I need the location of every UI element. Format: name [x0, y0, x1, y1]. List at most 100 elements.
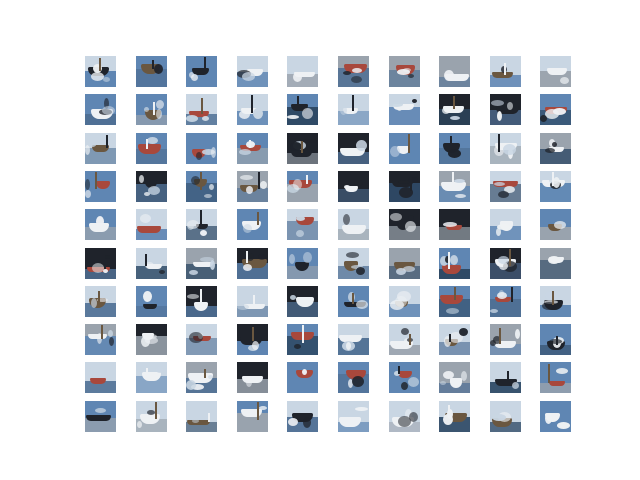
- thumbnail-mast: [449, 334, 452, 343]
- thumbnail-mast: [552, 171, 555, 186]
- thumbnail-highlight: [155, 100, 164, 110]
- sample-thumbnail: [287, 170, 319, 202]
- sample-thumbnail: [489, 132, 521, 164]
- sample-thumbnail: [439, 56, 471, 87]
- sample-thumbnail: [388, 362, 420, 394]
- sample-thumbnail: [85, 324, 116, 356]
- thumbnail-highlight: [150, 213, 164, 221]
- thumbnail-boat: [342, 225, 366, 235]
- thumbnail-highlight: [496, 291, 507, 299]
- thumbnail-highlight: [407, 377, 419, 388]
- sample-thumbnail: [85, 132, 116, 164]
- thumbnail-highlight: [204, 193, 213, 198]
- thumbnail-highlight: [95, 407, 106, 413]
- sample-thumbnail: [439, 362, 471, 394]
- thumbnail-highlight: [238, 148, 251, 155]
- thumbnail-mast: [257, 171, 260, 189]
- thumbnail-highlight: [497, 255, 509, 264]
- sample-thumbnail: [540, 247, 572, 279]
- thumbnail-highlight: [189, 269, 199, 275]
- thumbnail-highlight: [136, 420, 142, 428]
- thumbnail-highlight: [245, 185, 253, 194]
- sample-thumbnail: [388, 170, 420, 202]
- sample-thumbnail: [439, 247, 471, 279]
- sample-thumbnail: [489, 247, 521, 279]
- sample-thumbnail: [287, 56, 319, 87]
- thumbnail-highlight: [155, 109, 162, 120]
- sample-thumbnail: [338, 170, 369, 202]
- sample-thumbnail: [236, 209, 268, 241]
- thumbnail-highlight: [502, 143, 516, 155]
- sample-thumbnail: [439, 132, 471, 164]
- sample-thumbnail: [135, 209, 167, 241]
- sample-thumbnail: [540, 400, 572, 432]
- sample-thumbnail: [186, 132, 218, 164]
- sample-thumbnail: [489, 285, 521, 317]
- thumbnail-boat: [442, 264, 462, 274]
- thumbnail-boat: [86, 414, 111, 421]
- thumbnail-mast: [251, 327, 254, 342]
- thumbnail-highlight: [354, 179, 363, 186]
- thumbnail-mast: [200, 288, 203, 306]
- sample-thumbnail: [388, 94, 420, 126]
- thumbnail-mast: [200, 171, 203, 190]
- thumbnail-highlight: [351, 76, 362, 83]
- thumbnail-highlight: [142, 290, 152, 302]
- thumbnail-boat: [547, 68, 568, 75]
- thumbnail-mast: [408, 334, 411, 346]
- sample-thumbnail: [287, 132, 319, 164]
- thumbnail-highlight: [344, 184, 350, 189]
- sample-thumbnail: [186, 400, 218, 432]
- thumbnail-mast: [201, 98, 204, 115]
- thumbnail-mast: [106, 134, 108, 148]
- thumbnail-highlight: [346, 251, 359, 258]
- sample-thumbnail: [287, 94, 319, 126]
- sample-thumbnail: [388, 324, 420, 356]
- thumbnail-highlight: [343, 71, 351, 75]
- thumbnail-highlight: [259, 180, 267, 189]
- thumbnail-highlight: [153, 64, 163, 74]
- sample-thumbnail: [135, 362, 167, 394]
- thumbnail-mast: [248, 139, 251, 148]
- thumbnail-highlight: [210, 259, 216, 270]
- sample-thumbnail: [338, 247, 369, 279]
- thumbnail-mast: [497, 133, 500, 152]
- thumbnail-highlight: [448, 148, 462, 158]
- sample-thumbnail: [135, 247, 167, 279]
- thumbnail-highlight: [396, 290, 411, 302]
- sample-thumbnail: [287, 400, 319, 432]
- thumbnail-highlight: [91, 297, 97, 308]
- sample-thumbnail: [439, 324, 471, 356]
- sample-thumbnail: [439, 400, 471, 432]
- thumbnail-highlight: [103, 77, 110, 82]
- sample-thumbnail: [186, 170, 218, 202]
- sample-thumbnail: [540, 324, 572, 356]
- sample-thumbnail: [388, 56, 420, 87]
- thumbnail-highlight: [144, 337, 158, 345]
- sample-thumbnail: [186, 247, 218, 279]
- sample-thumbnail: [135, 285, 167, 317]
- thumbnail-mast: [409, 171, 412, 191]
- thumbnail-mast: [204, 369, 207, 379]
- thumbnail-mast: [252, 294, 255, 306]
- thumbnail-highlight: [85, 189, 91, 198]
- sample-thumbnail: [287, 324, 319, 356]
- thumbnail-highlight: [352, 68, 362, 73]
- thumbnail-mast: [503, 63, 506, 75]
- sample-thumbnail: [186, 209, 218, 241]
- sample-thumbnail: [186, 94, 218, 126]
- thumbnail-highlight: [192, 418, 200, 423]
- sample-thumbnail: [540, 132, 572, 164]
- thumbnail-highlight: [187, 293, 200, 299]
- thumbnail-highlight: [242, 224, 252, 234]
- thumbnail-mast: [145, 138, 148, 149]
- sample-thumbnail: [489, 56, 521, 87]
- thumbnail-highlight: [105, 254, 110, 259]
- thumbnail-highlight: [450, 254, 459, 265]
- sample-thumbnail: [236, 247, 268, 279]
- sample-thumbnail: [338, 132, 369, 164]
- thumbnail-highlight: [402, 68, 411, 72]
- sample-thumbnail: [85, 247, 116, 279]
- thumbnail-mast: [548, 364, 551, 384]
- sample-thumbnail: [85, 285, 116, 317]
